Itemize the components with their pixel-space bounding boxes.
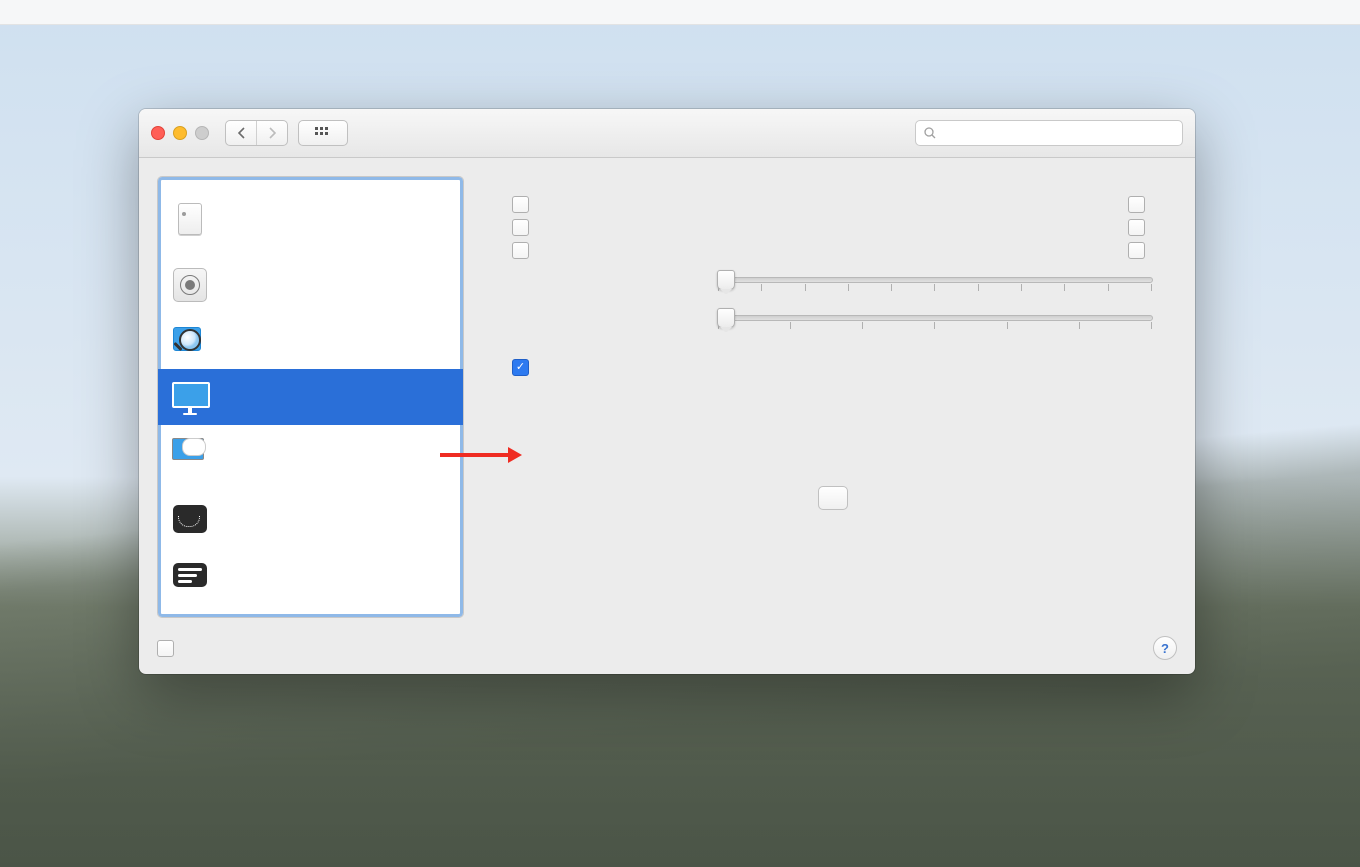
close-button[interactable] [151,126,165,140]
open-display-prefs-button[interactable] [818,486,848,510]
checkbox-icon [512,219,529,236]
menu-bar [0,0,1360,25]
checkbox-differentiate-without-color[interactable] [512,242,537,259]
help-button[interactable]: ? [1153,636,1177,660]
checkbox-invert-colors[interactable] [512,196,537,213]
checkbox-icon [1128,242,1145,259]
sidebar [157,176,464,618]
checkbox-icon [1128,219,1145,236]
content-pane: ✓ [478,176,1177,618]
sidebar-item-display[interactable] [158,369,463,425]
slider-thumb[interactable] [717,308,735,328]
checkbox-reduce-motion[interactable] [1128,196,1153,213]
minimize-button[interactable] [173,126,187,140]
show-all-button[interactable] [298,120,348,146]
descriptions-icon [170,501,210,537]
zoom-button [195,126,209,140]
slider-cursor-size[interactable] [717,315,1153,335]
back-button[interactable] [226,121,256,145]
sidebar-item-voiceover[interactable] [158,257,463,313]
sidebar-header-general [158,181,463,191]
checkbox-icon [1128,196,1145,213]
sidebar-item-general[interactable] [158,191,463,247]
sidebar-header-hearing [158,603,463,613]
annotation-arrow [440,447,522,463]
search-icon [924,127,936,139]
sidebar-item-speech[interactable] [158,425,463,481]
checkbox-show-in-menubar[interactable] [157,640,182,657]
general-icon [170,201,210,237]
sidebar-header-media [158,481,463,491]
forward-button[interactable] [256,121,287,145]
preferences-window: ✓ ? [139,109,1195,674]
titlebar [139,109,1195,158]
speech-icon [170,435,210,471]
display-icon [170,379,210,415]
sidebar-item-captions[interactable] [158,547,463,603]
sidebar-item-descriptions[interactable] [158,491,463,547]
grid-icon [315,127,331,139]
checkbox-shake-to-locate[interactable]: ✓ [512,359,529,376]
nav-segment [225,120,288,146]
checkbox-increase-contrast[interactable] [1128,219,1153,236]
checkbox-icon [512,196,529,213]
checkbox-grayscale[interactable] [512,219,537,236]
slider-thumb[interactable] [717,270,735,290]
zoom-icon [170,323,210,359]
slider-contrast[interactable] [717,277,1153,297]
checkbox-reduce-transparency[interactable] [1128,242,1153,259]
sidebar-header-vision [158,247,463,257]
captions-icon [170,557,210,593]
checkbox-icon [512,242,529,259]
voiceover-icon [170,267,210,303]
search-field[interactable] [915,120,1183,146]
checkbox-icon [157,640,174,657]
sidebar-item-zoom[interactable] [158,313,463,369]
